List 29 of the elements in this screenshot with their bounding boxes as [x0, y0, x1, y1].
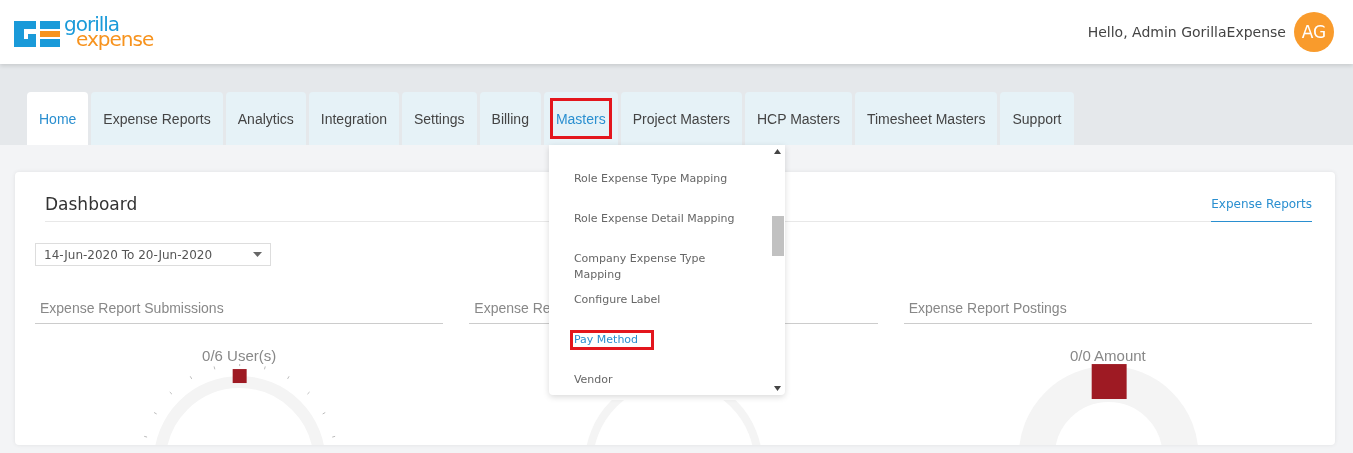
logo-icon: [14, 21, 60, 47]
nav-tab[interactable]: Timesheet Masters: [854, 92, 998, 145]
menu-item[interactable]: Role Expense Detail Mapping: [573, 211, 735, 227]
panel-title: Expense Report Submissions: [35, 300, 444, 324]
dashboard-title: Dashboard: [45, 193, 138, 216]
date-range-dropdown[interactable]: 14-Jun-2020 To 20-Jun-2020: [35, 243, 271, 266]
gauge-reading: 0/6 User(s): [202, 347, 277, 364]
greeting-text: Hello, Admin GorillaExpense: [1087, 24, 1286, 40]
nav-tab[interactable]: HCP Masters: [744, 92, 852, 145]
menu-item[interactable]: Role Expense Type Mapping: [573, 171, 728, 187]
menu-item[interactable]: Pay Method: [565, 326, 659, 354]
scroll-up-icon: [774, 149, 782, 154]
caret-icon: [253, 252, 262, 257]
nav-tab[interactable]: Support: [1000, 92, 1074, 145]
nav-tab[interactable]: Expense Reports: [91, 92, 223, 145]
menu-item[interactable]: Vendor: [573, 372, 613, 388]
menu-item[interactable]: Configure Label: [573, 292, 661, 308]
nav-tab[interactable]: Analytics: [225, 92, 306, 145]
nav-tab[interactable]: Integration: [308, 92, 399, 145]
panel-title: Expense Report Postings: [903, 300, 1312, 324]
nav-tab[interactable]: Home: [27, 92, 89, 145]
scrollbar-thumb[interactable]: [771, 216, 784, 256]
expense-reports-link[interactable]: Expense Reports: [1211, 197, 1312, 222]
nav-tab[interactable]: Settings: [401, 92, 477, 145]
scroll-down-icon: [774, 386, 782, 391]
gauge-reading: 0/0 Amount: [1069, 347, 1146, 364]
nav-tab[interactable]: Billing: [479, 92, 541, 145]
nav-tab[interactable]: Project Masters: [620, 92, 742, 145]
menu-item[interactable]: Company Expense Type Mapping: [573, 251, 734, 283]
